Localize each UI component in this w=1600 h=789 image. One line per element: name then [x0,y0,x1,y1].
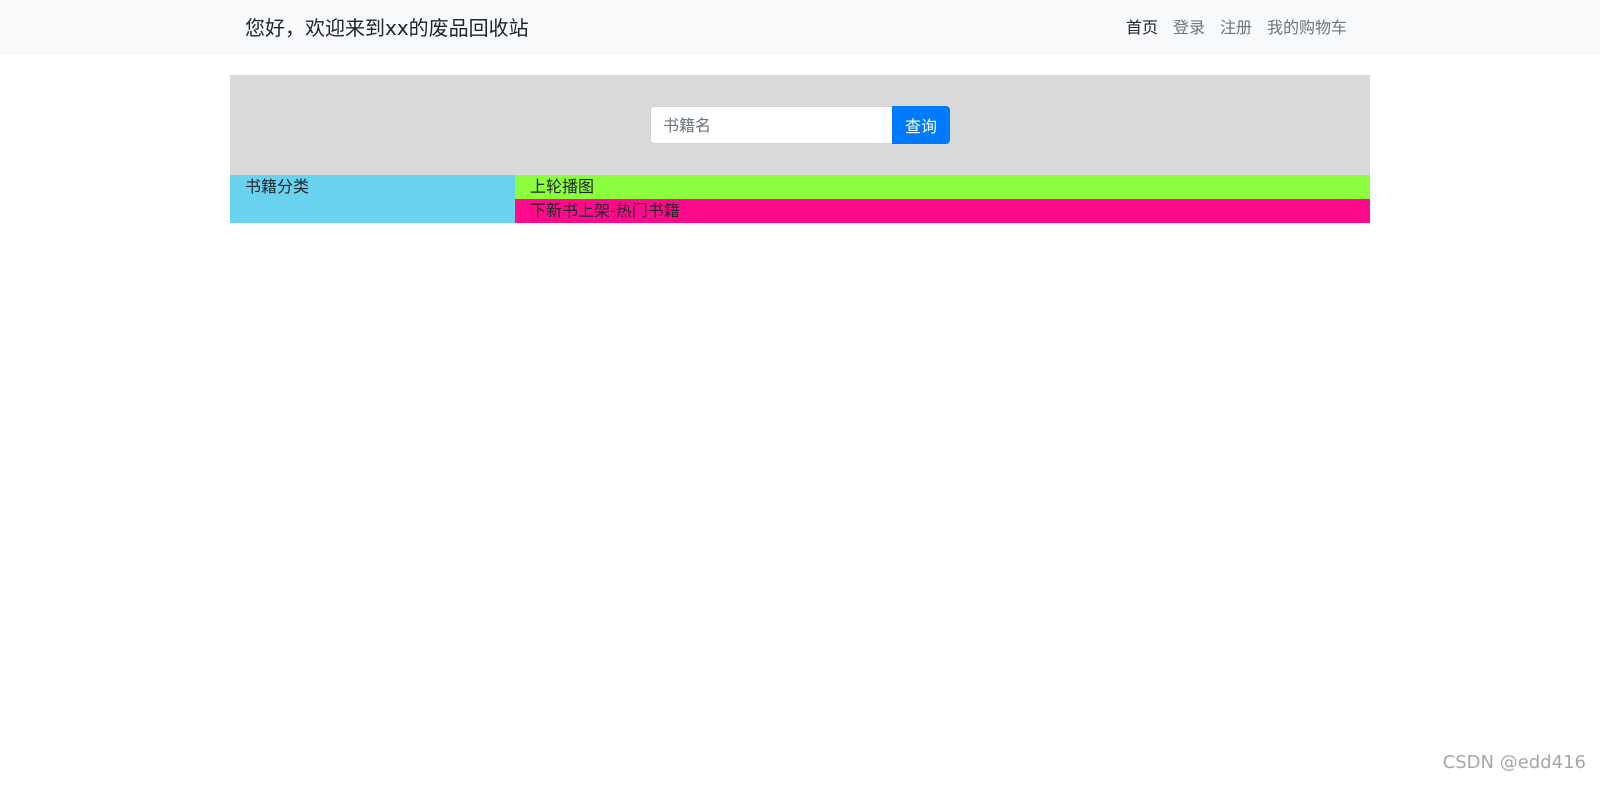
new-hot-books-label: 下新书上架-热门书籍 [530,201,680,220]
book-name-search-input[interactable] [650,106,892,144]
carousel-label: 上轮播图 [530,177,595,196]
nav-menu: 首页 登录 注册 我的购物车 [1126,16,1347,40]
nav-item-register[interactable]: 注册 [1220,16,1252,40]
top-navbar: 您好，欢迎来到xx的废品回收站 首页 登录 注册 我的购物车 [0,0,1600,55]
new-hot-books-area: 下新书上架-热门书籍 [515,199,1370,223]
search-band: 查询 [230,75,1370,175]
nav-item-cart[interactable]: 我的购物车 [1267,16,1347,40]
search-button[interactable]: 查询 [892,106,950,144]
book-category-title: 书籍分类 [245,177,310,196]
book-category-panel: 书籍分类 [230,175,515,223]
nav-item-home[interactable]: 首页 [1126,16,1158,40]
nav-item-login[interactable]: 登录 [1173,16,1205,40]
csdn-watermark: CSDN @edd416 [1442,752,1586,773]
site-brand[interactable]: 您好，欢迎来到xx的废品回收站 [245,14,529,42]
search-group: 查询 [650,106,950,144]
carousel-area: 上轮播图 [515,175,1370,199]
